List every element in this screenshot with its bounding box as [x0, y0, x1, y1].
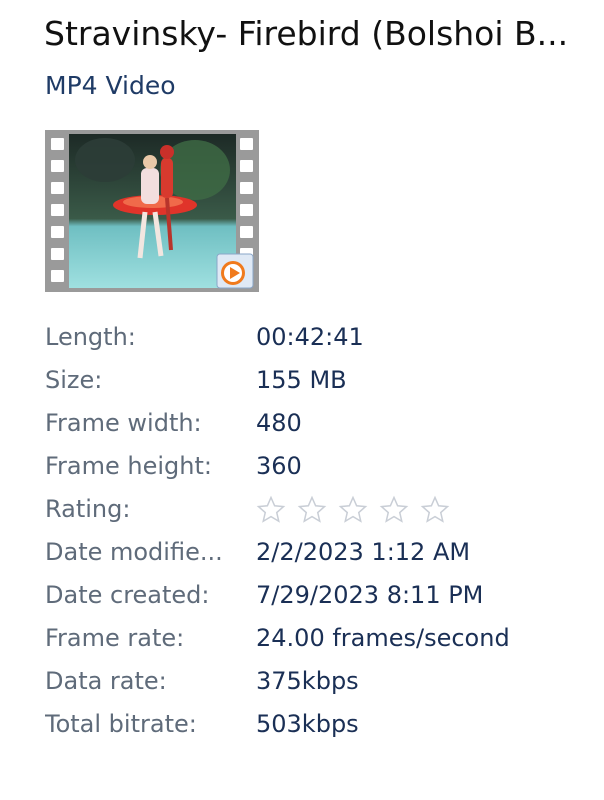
property-label: Total bitrate: [45, 710, 197, 738]
property-row-frame-rate: Frame rate: 24.00 frames/second [45, 617, 595, 660]
property-label: Size: [45, 366, 103, 394]
property-label: Rating: [45, 495, 131, 523]
property-value: 375kbps [256, 667, 359, 695]
property-label: Date modifie... [45, 538, 223, 566]
star-5-icon[interactable] [420, 495, 450, 525]
star-2-icon[interactable] [297, 495, 327, 525]
property-value: 480 [256, 409, 302, 437]
property-label: Frame width: [45, 409, 202, 437]
property-value: 7/29/2023 8:11 PM [256, 581, 484, 609]
property-row-rating: Rating: [45, 488, 595, 531]
property-label: Date created: [45, 581, 210, 609]
property-value: 2/2/2023 1:12 AM [256, 538, 471, 566]
property-label: Frame rate: [45, 624, 185, 652]
property-label: Length: [45, 323, 136, 351]
property-row-date-created: Date created: 7/29/2023 8:11 PM [45, 574, 595, 617]
video-frame-image [69, 134, 236, 288]
property-row-total-bitrate: Total bitrate: 503kbps [45, 703, 595, 746]
property-value: 00:42:41 [256, 323, 364, 351]
video-thumbnail [45, 130, 259, 292]
file-title: Stravinsky- Firebird (Bolshoi B... [44, 14, 569, 53]
property-value: 155 MB [256, 366, 347, 394]
property-row-frame-width: Frame width: 480 [45, 402, 595, 445]
property-row-size: Size: 155 MB [45, 359, 595, 402]
property-value: 24.00 frames/second [256, 624, 510, 652]
file-type-label: MP4 Video [45, 71, 176, 100]
star-4-icon[interactable] [379, 495, 409, 525]
property-row-frame-height: Frame height: 360 [45, 445, 595, 488]
star-3-icon[interactable] [338, 495, 368, 525]
media-player-play-icon [216, 253, 254, 289]
property-label: Frame height: [45, 452, 212, 480]
property-value: 503kbps [256, 710, 359, 738]
properties-list: Length: 00:42:41 Size: 155 MB Frame widt… [45, 316, 595, 746]
property-value: 360 [256, 452, 302, 480]
rating-stars[interactable] [256, 488, 450, 531]
star-1-icon[interactable] [256, 495, 286, 525]
property-row-date-modified: Date modifie... 2/2/2023 1:12 AM [45, 531, 595, 574]
property-label: Data rate: [45, 667, 167, 695]
property-row-length: Length: 00:42:41 [45, 316, 595, 359]
property-row-data-rate: Data rate: 375kbps [45, 660, 595, 703]
